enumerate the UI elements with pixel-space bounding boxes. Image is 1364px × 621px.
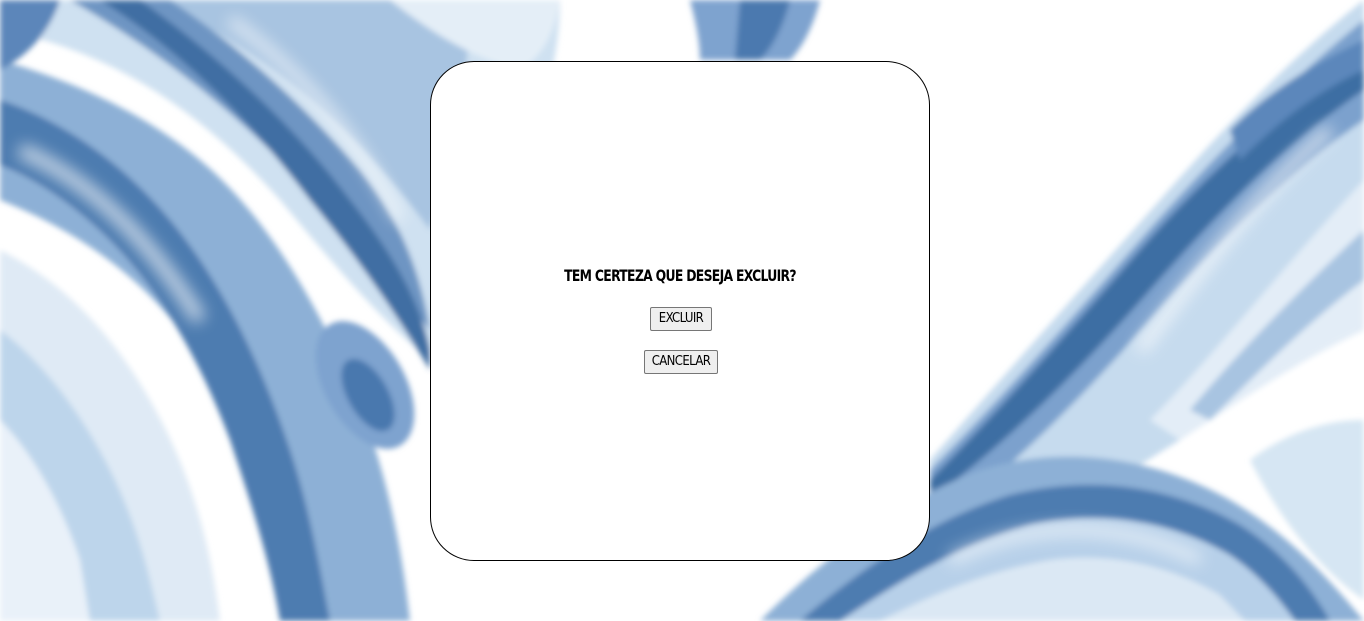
dialog-question: TEM CERTEZA QUE DESEJA EXCLUIR? <box>564 266 796 285</box>
confirm-dialog: TEM CERTEZA QUE DESEJA EXCLUIR? EXCLUIR … <box>430 61 930 561</box>
delete-button[interactable]: EXCLUIR <box>650 307 712 331</box>
cancel-button[interactable]: CANCELAR <box>644 350 718 374</box>
page: TEM CERTEZA QUE DESEJA EXCLUIR? EXCLUIR … <box>0 0 1364 621</box>
